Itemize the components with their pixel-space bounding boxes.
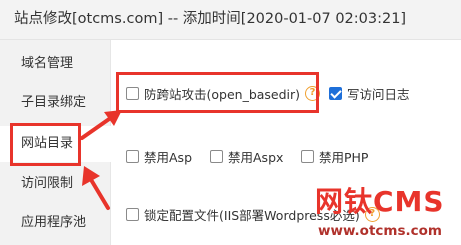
disable-php-label: 禁用PHP [319,150,369,165]
watermark-url: www.otcms.com [318,223,442,239]
disable-asp-option[interactable]: 禁用Asp [126,147,192,166]
watermark-logo: 网钛CMS [315,185,445,218]
write-log-checkbox[interactable] [329,87,342,100]
write-log-label: 写访问日志 [347,87,410,102]
sidebar-item-label: 应用程序池 [21,215,87,230]
sidebar-item-domain[interactable]: 域名管理 [0,46,110,82]
disable-aspx-option[interactable]: 禁用Aspx [210,147,283,166]
disable-php-checkbox[interactable] [301,150,314,163]
dialog-titlebar: 站点修改[otcms.com] -- 添加时间[2020-01-07 02:03… [0,0,461,40]
write-log-option[interactable]: 写访问日志 [329,84,410,103]
sidebar-item-label: 访问限制 [21,176,74,191]
disable-php-option[interactable]: 禁用PHP [301,147,368,166]
highlight-box-site-directory [10,123,81,166]
sidebar-item-label: 子目录绑定 [21,95,87,110]
arrow-right-icon [80,110,122,140]
disable-asp-label: 禁用Asp [144,150,192,165]
arrow-up-icon [82,166,110,210]
disable-asp-checkbox[interactable] [126,150,139,163]
highlight-box-anti-attack [116,72,319,113]
disable-aspx-label: 禁用Aspx [228,150,284,165]
sidebar-item-label: 域名管理 [21,56,74,71]
disable-aspx-checkbox[interactable] [210,150,223,163]
lock-config-checkbox[interactable] [126,208,139,221]
dialog-title: 站点修改[otcms.com] -- 添加时间[2020-01-07 02:03… [14,11,407,27]
